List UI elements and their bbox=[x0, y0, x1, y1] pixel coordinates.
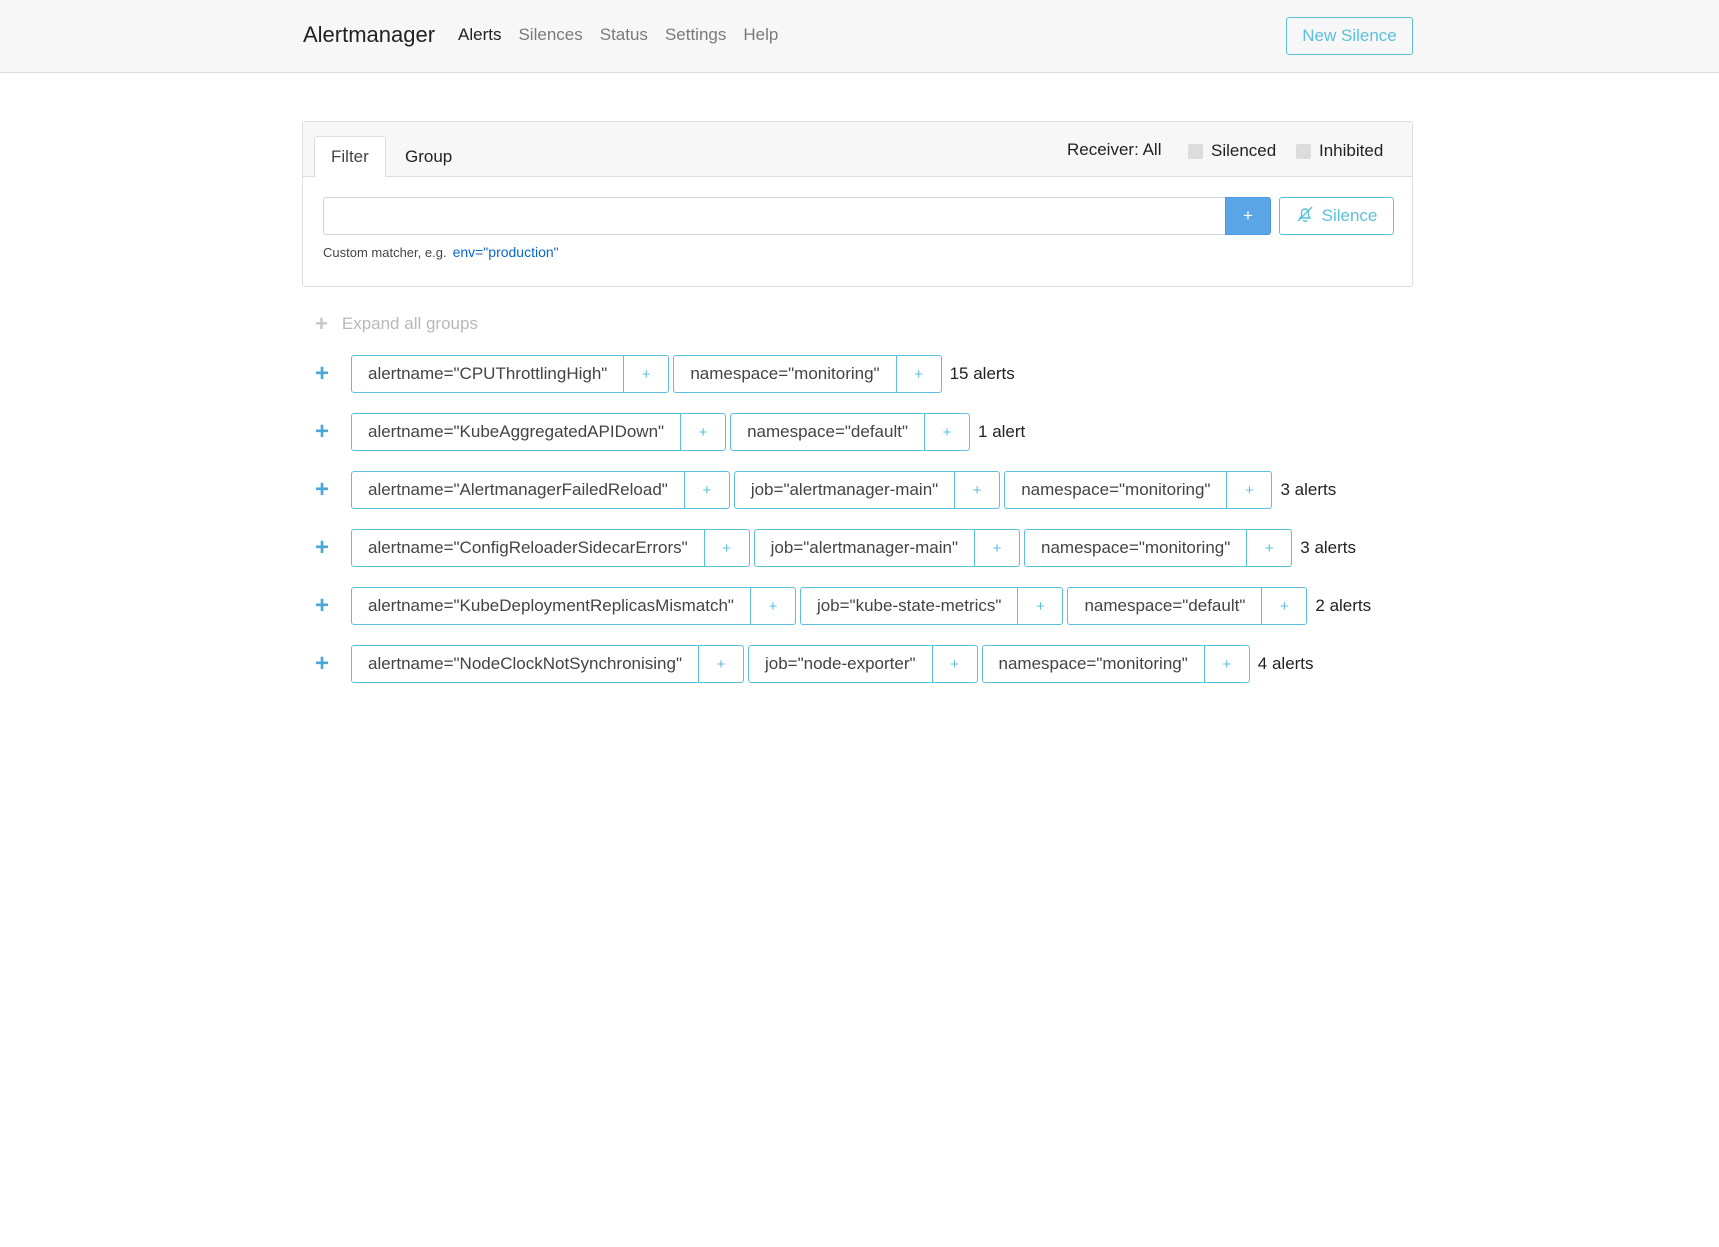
alert-group-row: + alertname="ConfigReloaderSidecarErrors"… bbox=[315, 529, 1425, 567]
label-matcher[interactable]: job="alertmanager-main" bbox=[735, 472, 954, 508]
add-matcher-button[interactable]: + bbox=[1225, 197, 1271, 235]
silence-button-label: Silence bbox=[1321, 206, 1378, 225]
filter-input[interactable] bbox=[323, 197, 1226, 235]
alert-group-row: + alertname="NodeClockNotSynchronising" + j… bbox=[315, 645, 1425, 683]
hint-example: env="production" bbox=[452, 244, 559, 260]
alert-count: 15 alerts bbox=[949, 364, 1015, 383]
alert-count: 4 alerts bbox=[1257, 654, 1314, 673]
filter-card: Filter Group Receiver: All Silenced Inhi… bbox=[302, 121, 1413, 287]
label-matcher-button: alertname="CPUThrottlingHigh" + bbox=[351, 355, 670, 393]
label-matcher-button: alertname="AlertmanagerFailedReload" + bbox=[351, 471, 730, 509]
hint-text: Custom matcher, e.g. bbox=[323, 245, 447, 260]
inhibited-checkbox-box[interactable] bbox=[1296, 143, 1311, 159]
nav-silences[interactable]: Silences bbox=[518, 25, 582, 45]
alert-group-row: + alertname="KubeAggregatedAPIDown" + names… bbox=[315, 413, 1425, 451]
label-matcher[interactable]: namespace="monitoring" bbox=[1005, 472, 1226, 508]
expand-all-label: Expand all groups bbox=[341, 314, 478, 333]
add-filter-button[interactable]: + bbox=[1261, 588, 1306, 624]
label-matcher[interactable]: alertname="KubeAggregatedAPIDown" bbox=[352, 414, 680, 450]
expand-group-icon[interactable]: + bbox=[315, 650, 334, 678]
label-matcher[interactable]: namespace="monitoring" bbox=[674, 356, 895, 392]
alert-group-row: + alertname="AlertmanagerFailedReload" + jo… bbox=[315, 471, 1425, 509]
add-filter-button[interactable]: + bbox=[680, 414, 725, 450]
new-silence-button[interactable]: New Silence bbox=[1286, 17, 1413, 55]
silenced-checkbox-box[interactable] bbox=[1188, 143, 1203, 159]
label-matcher-button: namespace="monitoring" + bbox=[673, 355, 942, 393]
label-matcher[interactable]: namespace="monitoring" bbox=[983, 646, 1204, 682]
alert-groups: + alertname="CPUThrottlingHigh" + namespace… bbox=[315, 355, 1425, 703]
alert-count: 2 alerts bbox=[1315, 596, 1372, 615]
add-filter-button[interactable]: + bbox=[974, 530, 1019, 566]
tab-group[interactable]: Group bbox=[389, 136, 468, 178]
label-matcher[interactable]: alertname="KubeDeploymentReplicasMismatc… bbox=[352, 588, 750, 624]
expand-group-icon[interactable]: + bbox=[315, 418, 334, 446]
label-matcher[interactable]: alertname="ConfigReloaderSidecarErrors" bbox=[352, 530, 704, 566]
expand-all-groups[interactable]: + Expand all groups bbox=[315, 311, 478, 337]
add-filter-button[interactable]: + bbox=[697, 646, 743, 682]
add-filter-button[interactable]: + bbox=[683, 472, 729, 508]
matcher-hint: Custom matcher, e.g. env="production" bbox=[323, 244, 559, 260]
label-matcher-button: namespace="monitoring" + bbox=[1024, 529, 1293, 567]
alert-group-row: + alertname="CPUThrottlingHigh" + namespace… bbox=[315, 355, 1425, 393]
expand-group-icon[interactable]: + bbox=[315, 476, 334, 504]
add-filter-button[interactable]: + bbox=[1203, 646, 1249, 682]
nav-settings[interactable]: Settings bbox=[665, 25, 726, 45]
add-filter-button[interactable]: + bbox=[749, 588, 795, 624]
add-filter-button[interactable]: + bbox=[1246, 530, 1291, 566]
label-matcher-button: alertname="KubeAggregatedAPIDown" + bbox=[351, 413, 727, 451]
filter-card-header: Filter Group Receiver: All Silenced Inhi… bbox=[303, 122, 1412, 178]
label-matcher[interactable]: alertname="CPUThrottlingHigh" bbox=[352, 356, 623, 392]
bell-slash-icon bbox=[1296, 205, 1314, 228]
tab-filter[interactable]: Filter bbox=[314, 136, 386, 178]
add-filter-button[interactable]: + bbox=[954, 472, 999, 508]
label-matcher[interactable]: namespace="default" bbox=[731, 414, 924, 450]
alert-count: 3 alerts bbox=[1280, 480, 1337, 499]
add-filter-button[interactable]: + bbox=[623, 356, 668, 392]
label-matcher-button: namespace="default" + bbox=[730, 413, 971, 451]
label-matcher-button: namespace="default" + bbox=[1067, 587, 1308, 625]
expand-group-icon[interactable]: + bbox=[315, 534, 334, 562]
add-filter-button[interactable]: + bbox=[1017, 588, 1062, 624]
label-matcher[interactable]: alertname="NodeClockNotSynchronising" bbox=[352, 646, 698, 682]
silence-button[interactable]: Silence bbox=[1279, 197, 1394, 235]
label-matcher-button: job="node-exporter" + bbox=[747, 645, 978, 683]
alert-group-row: + alertname="KubeDeploymentReplicasMismat… bbox=[315, 587, 1425, 625]
add-filter-button[interactable]: + bbox=[924, 414, 969, 450]
label-matcher[interactable]: namespace="monitoring" bbox=[1025, 530, 1246, 566]
top-navbar: Alertmanager Alerts Silences Status Sett… bbox=[0, 0, 1719, 73]
expand-group-icon[interactable]: + bbox=[315, 592, 334, 620]
receiver-dropdown[interactable]: Receiver: All bbox=[1067, 140, 1161, 160]
nav-status[interactable]: Status bbox=[600, 25, 648, 45]
expand-group-icon[interactable]: + bbox=[315, 360, 334, 388]
label-matcher-button: alertname="ConfigReloaderSidecarErrors" + bbox=[351, 529, 750, 567]
label-matcher-button: alertname="KubeDeploymentReplicasMismatc… bbox=[351, 587, 796, 625]
label-matcher-button: job="alertmanager-main" + bbox=[753, 529, 1020, 567]
silenced-checkbox[interactable]: Silenced bbox=[1188, 141, 1276, 161]
alert-count: 3 alerts bbox=[1300, 538, 1357, 557]
nav-links: Alerts Silences Status Settings Help bbox=[458, 25, 795, 45]
add-filter-button[interactable]: + bbox=[703, 530, 749, 566]
label-matcher[interactable]: job="kube-state-metrics" bbox=[801, 588, 1018, 624]
add-filter-button[interactable]: + bbox=[931, 646, 977, 682]
label-matcher-button: job="kube-state-metrics" + bbox=[799, 587, 1064, 625]
label-matcher-button: namespace="monitoring" + bbox=[981, 645, 1250, 683]
inhibited-label: Inhibited bbox=[1319, 141, 1384, 160]
inhibited-checkbox[interactable]: Inhibited bbox=[1296, 141, 1383, 161]
label-matcher-button: job="alertmanager-main" + bbox=[733, 471, 1001, 509]
plus-icon: + bbox=[315, 311, 328, 336]
add-filter-button[interactable]: + bbox=[895, 356, 941, 392]
nav-alerts[interactable]: Alerts bbox=[458, 25, 501, 45]
label-matcher[interactable]: job="node-exporter" bbox=[749, 646, 932, 682]
label-matcher-button: alertname="NodeClockNotSynchronising" + bbox=[351, 645, 744, 683]
label-matcher-button: namespace="monitoring" + bbox=[1004, 471, 1273, 509]
alert-count: 1 alert bbox=[978, 422, 1026, 441]
add-filter-button[interactable]: + bbox=[1226, 472, 1271, 508]
silenced-label: Silenced bbox=[1211, 141, 1277, 160]
label-matcher[interactable]: job="alertmanager-main" bbox=[755, 530, 974, 566]
brand-logo[interactable]: Alertmanager bbox=[303, 22, 435, 48]
nav-help[interactable]: Help bbox=[743, 25, 778, 45]
label-matcher[interactable]: alertname="AlertmanagerFailedReload" bbox=[352, 472, 684, 508]
label-matcher[interactable]: namespace="default" bbox=[1068, 588, 1261, 624]
